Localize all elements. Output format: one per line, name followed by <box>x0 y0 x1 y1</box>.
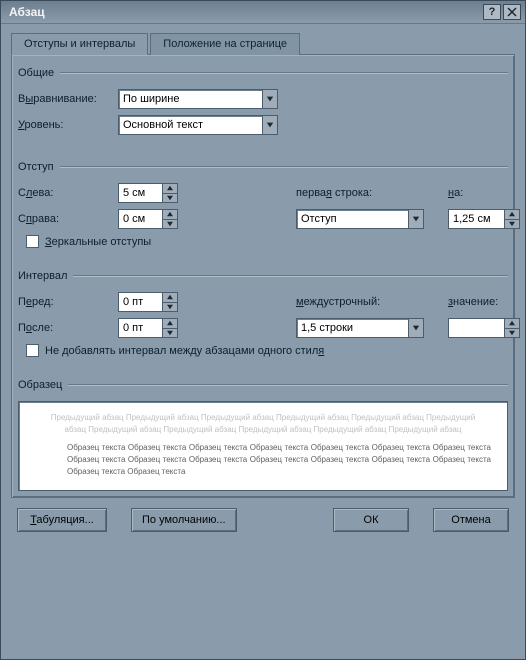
indent-by-spinner[interactable]: 1,25 см <box>448 209 526 229</box>
indent-left-value[interactable]: 5 см <box>118 183 162 203</box>
group-legend: Интервал <box>18 270 67 282</box>
tab-page-position[interactable]: Положение на странице <box>150 33 300 55</box>
preview-previous-text: Предыдущий абзац Предыдущий абзац Предыд… <box>35 412 491 436</box>
alignment-select[interactable]: По ширине <box>118 89 278 109</box>
defaults-button[interactable]: По умолчанию... <box>131 508 237 532</box>
spin-up-icon[interactable] <box>162 183 178 194</box>
preview-sample-text: Образец текста Образец текста Образец те… <box>35 442 491 478</box>
btn-label: Отмена <box>451 514 490 526</box>
chevron-down-icon[interactable] <box>408 209 424 229</box>
first-line-label: первая строка: <box>296 187 424 199</box>
btn-label: ОК <box>364 514 379 526</box>
spacing-before-spinner[interactable]: 0 пт <box>118 292 188 312</box>
spin-down-icon[interactable] <box>504 329 520 339</box>
spin-down-icon[interactable] <box>162 303 178 313</box>
indent-by-label: на: <box>448 187 526 199</box>
chevron-down-icon[interactable] <box>262 115 278 135</box>
spin-up-icon[interactable] <box>162 209 178 220</box>
spin-down-icon[interactable] <box>162 220 178 230</box>
cancel-button[interactable]: Отмена <box>433 508 509 532</box>
level-select[interactable]: Основной текст <box>118 115 278 135</box>
indent-left-label: Слева: <box>18 187 114 199</box>
spacing-before-value[interactable]: 0 пт <box>118 292 162 312</box>
alignment-label: Выравнивание: <box>18 93 114 105</box>
spacing-at-value[interactable] <box>448 318 504 338</box>
line-spacing-label: междустрочный: <box>296 296 424 308</box>
tabs-button[interactable]: Табуляция... <box>17 508 107 532</box>
tab-row: Отступы и интервалы Положение на страниц… <box>11 33 515 55</box>
spacing-before-label: Перед: <box>18 296 114 308</box>
spacing-at-spinner[interactable] <box>448 318 526 338</box>
spin-down-icon[interactable] <box>162 329 178 339</box>
spin-up-icon[interactable] <box>504 209 520 220</box>
spin-up-icon[interactable] <box>504 318 520 329</box>
btn-label: абуляция... <box>36 514 93 526</box>
spacing-after-label: После: <box>18 322 114 334</box>
chevron-down-icon[interactable] <box>408 318 424 338</box>
paragraph-dialog: Абзац ? Отступы и интервалы Положение на… <box>0 0 526 660</box>
btn-label: По умолчанию... <box>142 514 226 526</box>
indent-left-spinner[interactable]: 5 см <box>118 183 188 203</box>
line-spacing-value: 1,5 строки <box>296 318 408 338</box>
mirror-indents-label: Зеркальные отступы <box>45 236 151 248</box>
help-button[interactable]: ? <box>483 4 501 20</box>
spin-down-icon[interactable] <box>504 220 520 230</box>
group-legend: Образец <box>18 379 62 391</box>
nospace-same-style-label: Не добавлять интервал между абзацами одн… <box>45 345 324 357</box>
indent-right-value[interactable]: 0 см <box>118 209 162 229</box>
level-value: Основной текст <box>118 115 262 135</box>
spacing-after-spinner[interactable]: 0 пт <box>118 318 188 338</box>
spacing-at-label: значение: <box>448 296 526 308</box>
mirror-indents-checkbox[interactable] <box>26 235 39 248</box>
preview-box: Предыдущий абзац Предыдущий абзац Предыд… <box>18 401 508 491</box>
tab-indents-intervals[interactable]: Отступы и интервалы <box>11 33 148 55</box>
titlebar: Абзац ? <box>1 1 525 24</box>
spin-up-icon[interactable] <box>162 292 178 303</box>
group-legend: Отступ <box>18 161 54 173</box>
close-button[interactable] <box>503 4 521 20</box>
tab-label: Отступы и интервалы <box>24 38 135 50</box>
level-label: Уровень: <box>18 119 114 131</box>
tab-label: Положение на странице <box>163 38 287 50</box>
nospace-same-style-checkbox[interactable] <box>26 344 39 357</box>
indent-right-spinner[interactable]: 0 см <box>118 209 188 229</box>
group-indent: Отступ <box>18 161 508 173</box>
alignment-value: По ширине <box>118 89 262 109</box>
button-bar: Табуляция... По умолчанию... ОК Отмена <box>11 498 515 538</box>
group-spacing: Интервал <box>18 270 508 282</box>
line-spacing-select[interactable]: 1,5 строки <box>296 318 424 338</box>
spin-down-icon[interactable] <box>162 194 178 204</box>
indent-by-value[interactable]: 1,25 см <box>448 209 504 229</box>
group-general: Общие <box>18 67 508 79</box>
group-preview: Образец <box>18 379 508 391</box>
chevron-down-icon[interactable] <box>262 89 278 109</box>
spin-up-icon[interactable] <box>162 318 178 329</box>
group-legend: Общие <box>18 67 54 79</box>
dialog-title: Абзац <box>5 5 481 19</box>
spacing-after-value[interactable]: 0 пт <box>118 318 162 338</box>
ok-button[interactable]: ОК <box>333 508 409 532</box>
first-line-value: Отступ <box>296 209 408 229</box>
panel: Общие Выравнивание: По ширине Уровень: О… <box>11 54 515 498</box>
first-line-select[interactable]: Отступ <box>296 209 424 229</box>
indent-right-label: Справа: <box>18 213 114 225</box>
